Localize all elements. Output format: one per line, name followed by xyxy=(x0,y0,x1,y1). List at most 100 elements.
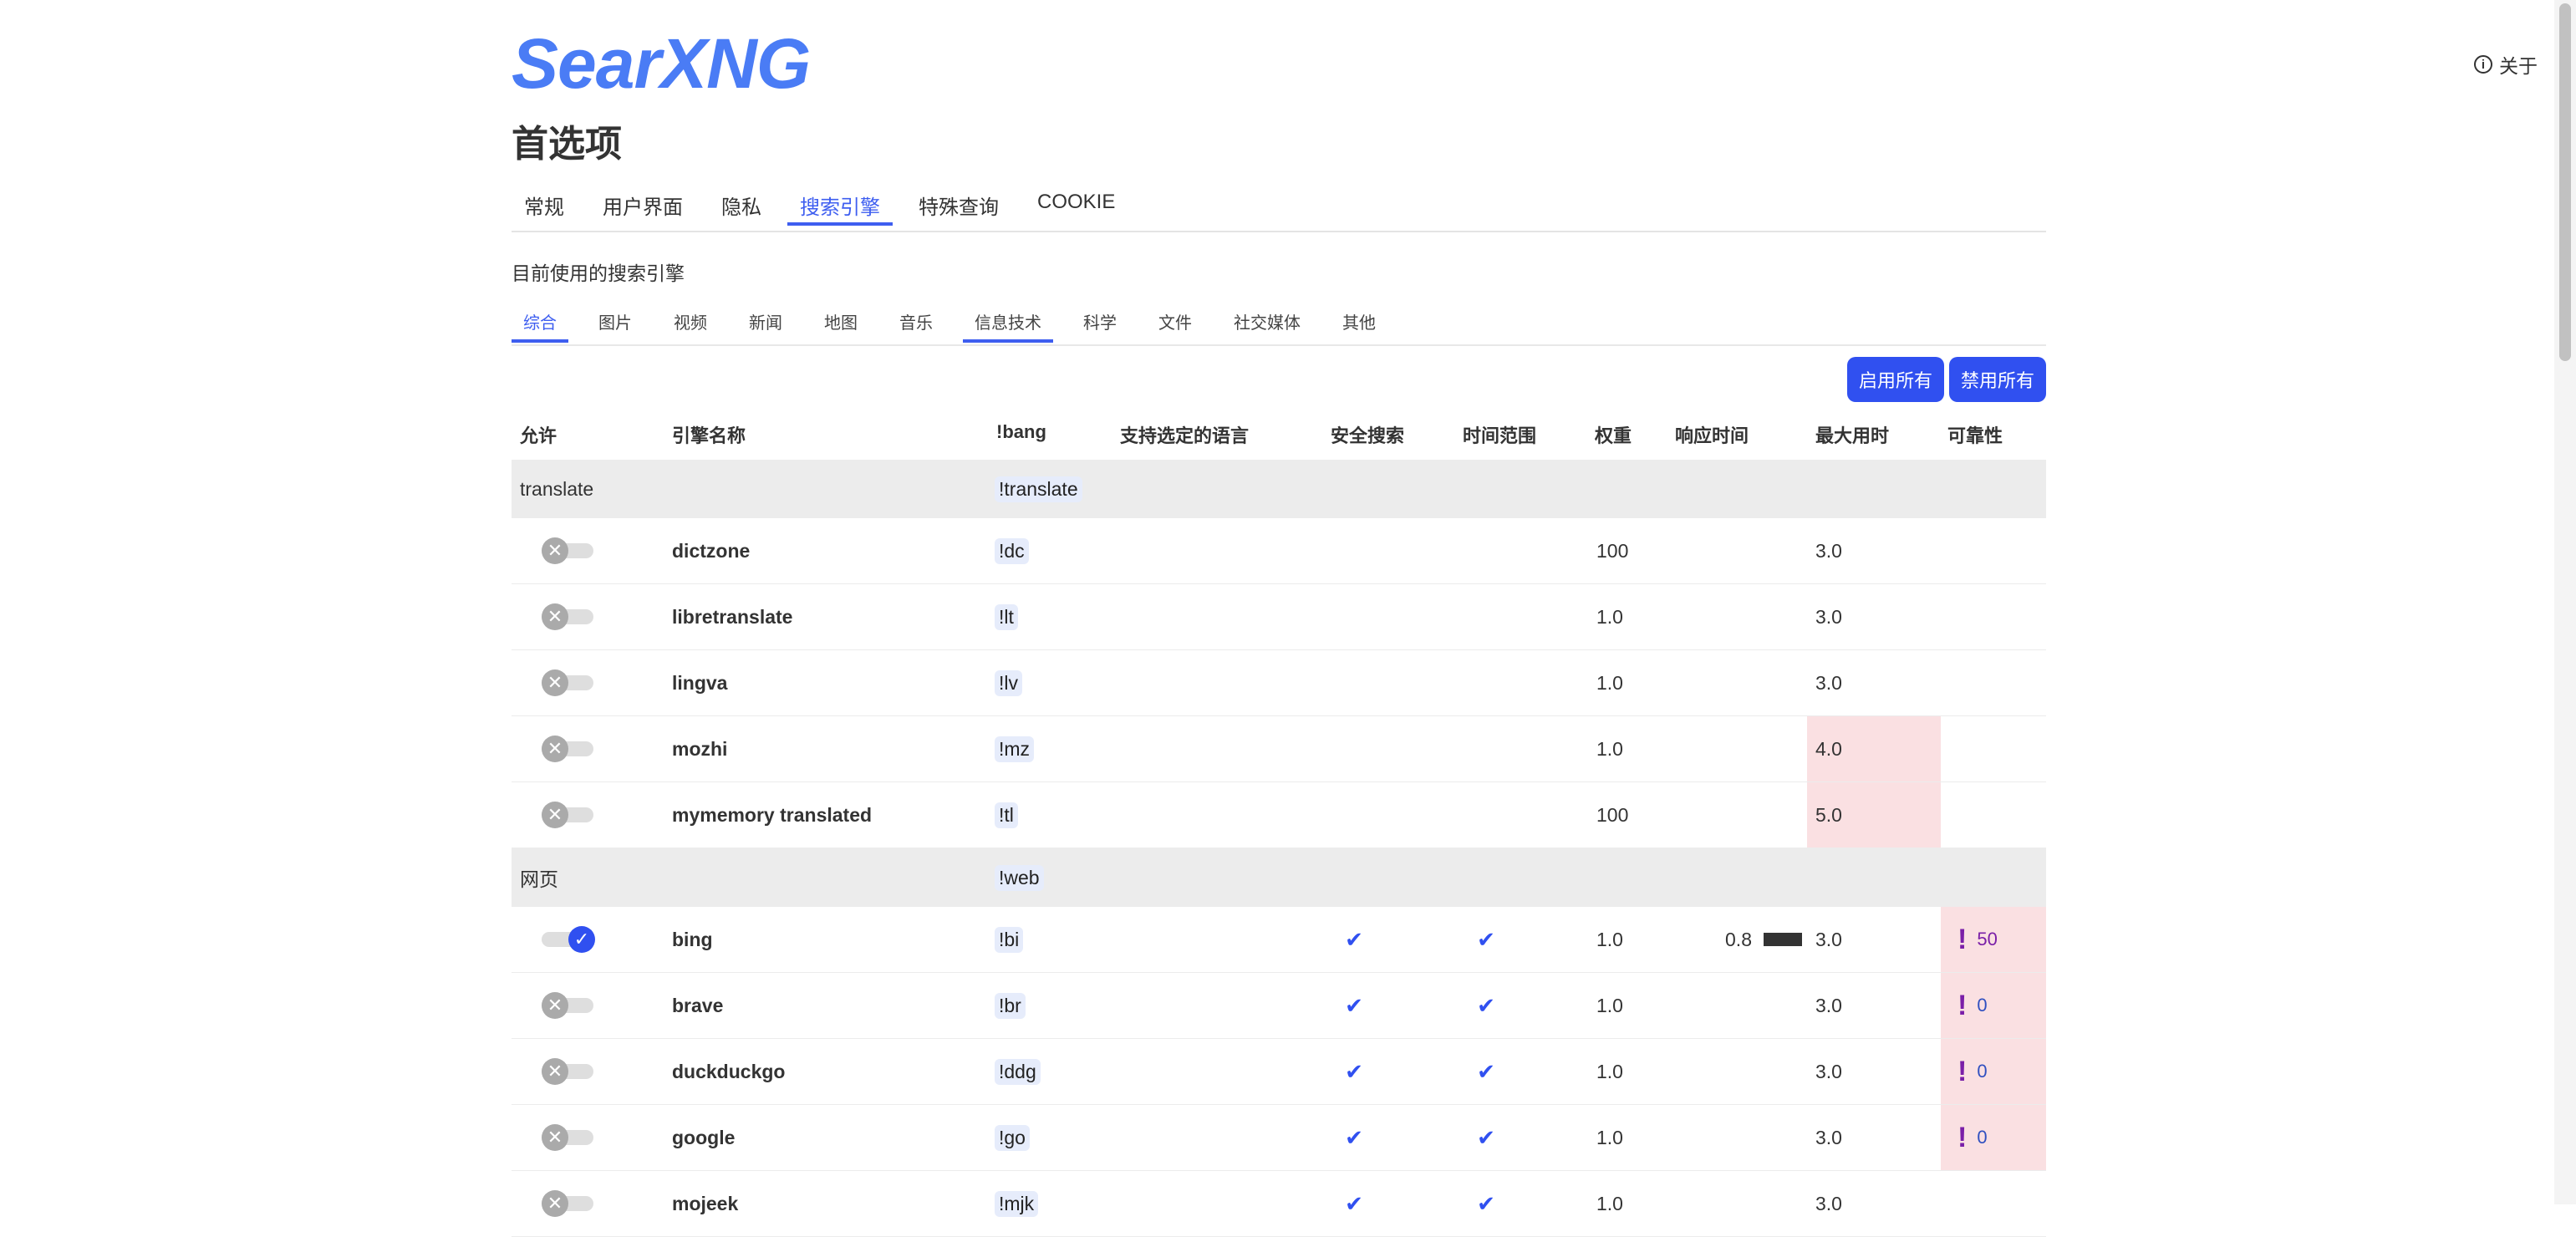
group-bang-cell: !web xyxy=(995,848,1112,907)
page-scrollbar[interactable] xyxy=(2554,0,2576,1204)
searxng-logo[interactable]: SearXNG xyxy=(512,23,811,104)
engine-toggle[interactable]: ✕ xyxy=(542,1190,593,1217)
allow-cell: ✕ xyxy=(520,1105,662,1170)
reliability-value: 0 xyxy=(1977,1127,1988,1148)
bang-cell: !dc xyxy=(995,518,1112,583)
col-safe-search: 安全搜索 xyxy=(1331,425,1405,446)
allow-cell: ✕ xyxy=(520,1171,662,1236)
close-icon: ✕ xyxy=(542,603,568,630)
category-tab-0[interactable]: 综合 xyxy=(512,306,568,343)
category-tab-5[interactable]: 音乐 xyxy=(888,306,944,343)
close-icon: ✕ xyxy=(542,1058,568,1085)
close-icon: ✕ xyxy=(542,669,568,696)
engine-toggle[interactable]: ✕ xyxy=(542,992,593,1019)
col-reliability: 可靠性 xyxy=(1947,425,2003,446)
engine-bang: !lv xyxy=(995,669,1022,696)
engine-name: google xyxy=(672,1126,736,1148)
engine-toggle[interactable]: ✕ xyxy=(542,603,593,630)
bang-cell: !ddg xyxy=(995,1039,1112,1104)
disable-all-button[interactable]: 禁用所有 xyxy=(1948,357,2046,402)
response-time-cell xyxy=(1677,650,1810,715)
col-bang: !bang xyxy=(996,421,1046,442)
category-tab-8[interactable]: 文件 xyxy=(1147,306,1204,343)
group-name: 网页 xyxy=(520,868,558,890)
reliability-cell: ! 50 xyxy=(1941,907,2046,972)
reliability-cell xyxy=(1941,650,2046,715)
time-range-cell: ✔ xyxy=(1461,973,1511,1038)
engine-bang: !ddg xyxy=(995,1058,1041,1085)
engine-bang: !tl xyxy=(995,802,1018,828)
time-range-cell xyxy=(1461,782,1511,848)
category-tab-4[interactable]: 地图 xyxy=(812,306,869,343)
page-title: 首选项 xyxy=(512,124,622,165)
engine-bang: !go xyxy=(995,1124,1030,1151)
tab-3[interactable]: 搜索引擎 xyxy=(787,186,893,226)
enable-all-button[interactable]: 启用所有 xyxy=(1846,357,1944,402)
check-icon: ✔ xyxy=(1477,992,1495,1018)
about-label: 关于 xyxy=(2499,55,2538,77)
table-row: ✕ google !go ✔ ✔ 1.0 3.0! 0 xyxy=(512,1105,2046,1171)
max-time: 3.0 xyxy=(1815,605,1842,628)
engine-bang: !dc xyxy=(995,537,1029,564)
warning-icon: ! xyxy=(1957,1055,1968,1087)
scrollbar-thumb[interactable] xyxy=(2559,3,2571,361)
tab-4[interactable]: 特殊查询 xyxy=(906,186,1011,226)
table-row: ✕ lingva !lv 1.0 3.0 xyxy=(512,650,2046,716)
reliability-cell xyxy=(1941,584,2046,649)
engines-section-label: 目前使用的搜索引擎 xyxy=(512,262,685,284)
engine-toggle[interactable]: ✕ xyxy=(542,1058,593,1085)
engine-weight: 1.0 xyxy=(1596,928,1623,950)
category-tab-1[interactable]: 图片 xyxy=(587,306,644,343)
engine-toggle[interactable]: ✕ xyxy=(542,802,593,828)
check-icon: ✔ xyxy=(1477,1190,1495,1216)
safe-search-cell: ✔ xyxy=(1329,907,1379,972)
preferences-tabs: 常规 用户界面 隐私 搜索引擎 特殊查询 COOKIE xyxy=(512,186,2046,232)
response-time-cell xyxy=(1677,518,1810,583)
reliability-cell xyxy=(1941,1171,2046,1236)
time-range-cell: ✔ xyxy=(1461,1105,1511,1170)
max-time: 3.0 xyxy=(1815,994,1842,1016)
group-bang: !web xyxy=(995,864,1044,891)
check-icon: ✔ xyxy=(1477,1124,1495,1150)
engine-toggle[interactable]: ✕ xyxy=(542,1124,593,1151)
tab-0[interactable]: 常规 xyxy=(512,186,577,226)
category-tab-7[interactable]: 科学 xyxy=(1072,306,1128,343)
close-icon: ✕ xyxy=(542,802,568,828)
engine-toggle[interactable]: ✕ xyxy=(542,669,593,696)
time-range-cell xyxy=(1461,716,1511,781)
category-tab-2[interactable]: 视频 xyxy=(662,306,719,343)
close-icon: ✕ xyxy=(542,537,568,564)
engine-toggle[interactable]: ✕ xyxy=(542,736,593,762)
tab-2[interactable]: 隐私 xyxy=(709,186,774,226)
safe-search-cell: ✔ xyxy=(1329,1039,1379,1104)
group-name: translate xyxy=(520,477,594,500)
check-icon: ✔ xyxy=(1345,1190,1363,1216)
time-range-cell xyxy=(1461,650,1511,715)
col-time-range: 时间范围 xyxy=(1463,425,1537,446)
tab-5[interactable]: COOKIE xyxy=(1025,186,1128,226)
bang-cell: !tl xyxy=(995,782,1112,848)
engine-name: dictzone xyxy=(672,539,751,562)
category-tab-3[interactable]: 新闻 xyxy=(737,306,794,343)
tab-1[interactable]: 用户界面 xyxy=(590,186,695,226)
response-time-cell: 0.8 xyxy=(1677,907,1810,972)
category-tab-10[interactable]: 其他 xyxy=(1331,306,1387,343)
reliability-value: 50 xyxy=(1977,929,1998,949)
response-time-cell xyxy=(1677,716,1810,781)
response-time-cell xyxy=(1677,1171,1810,1236)
check-icon: ✔ xyxy=(1345,926,1363,952)
engine-toggle[interactable]: ✓ xyxy=(542,926,595,953)
warning-icon: ! xyxy=(1957,989,1968,1021)
reliability-cell xyxy=(1941,782,2046,848)
response-time-cell xyxy=(1677,1039,1810,1104)
engine-weight: 100 xyxy=(1596,803,1629,826)
max-time: 3.0 xyxy=(1815,539,1842,562)
engine-toggle[interactable]: ✕ xyxy=(542,537,593,564)
time-range-cell xyxy=(1461,584,1511,649)
about-link[interactable]: i 关于 xyxy=(2474,50,2538,79)
category-tab-9[interactable]: 社交媒体 xyxy=(1222,306,1312,343)
close-icon: ✕ xyxy=(542,1190,568,1217)
warning-icon: ! xyxy=(1957,1121,1968,1153)
engine-weight: 1.0 xyxy=(1596,1192,1623,1214)
category-tab-6[interactable]: 信息技术 xyxy=(963,306,1053,343)
